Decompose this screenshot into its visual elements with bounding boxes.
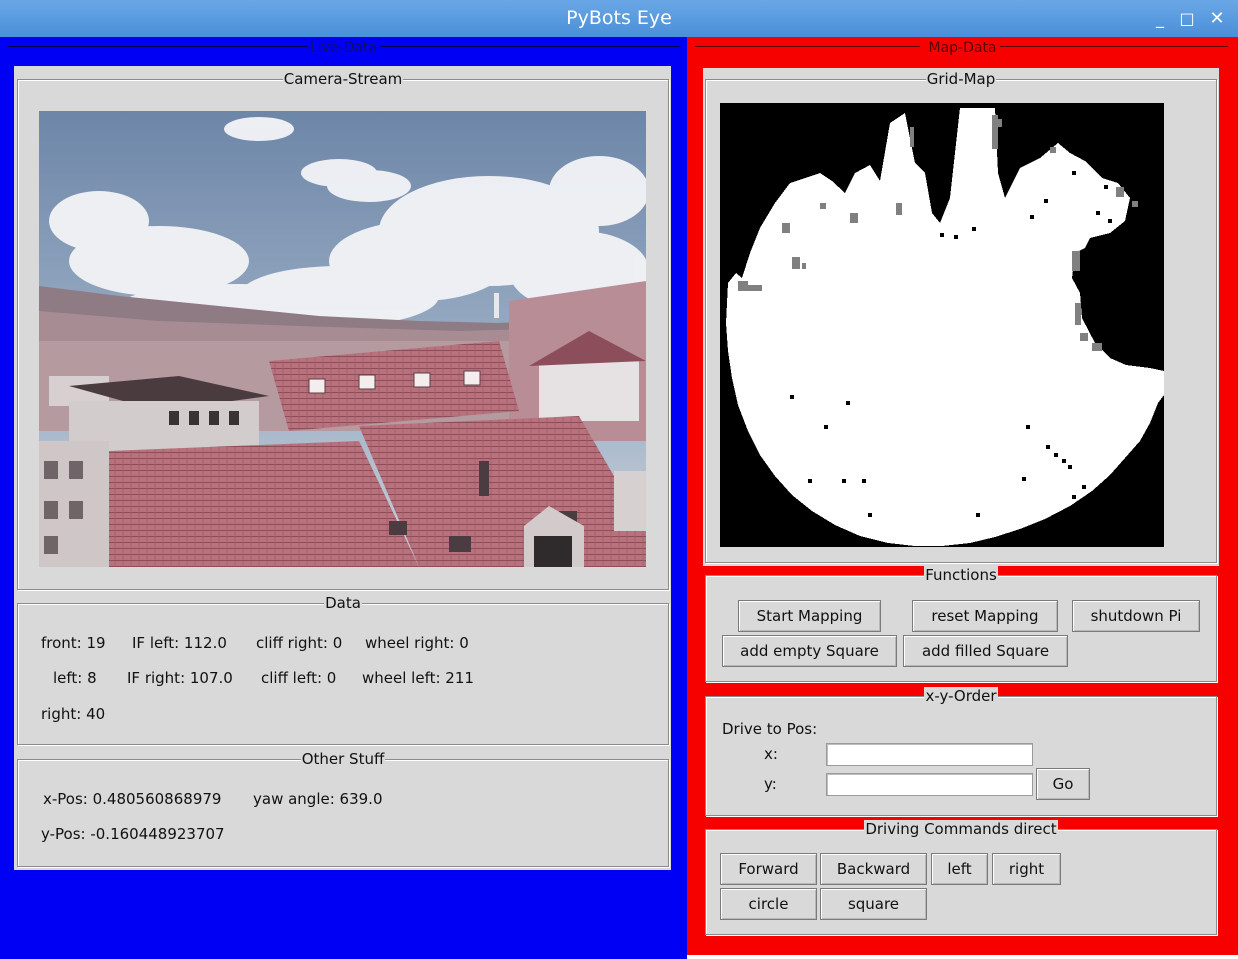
map-data-frame-line-right — [1000, 46, 1228, 47]
x-label: x: — [764, 745, 778, 763]
square-button[interactable]: square — [820, 888, 927, 920]
yaw-angle-value: yaw angle: 639.0 — [253, 790, 383, 808]
live-data-title-wrap: Live-Data — [0, 37, 687, 57]
right-reading: right: 40 — [41, 705, 106, 723]
reset-mapping-button[interactable]: reset Mapping — [912, 600, 1058, 632]
window-titlebar[interactable]: PyBots Eye _ □ ✕ — [0, 0, 1238, 37]
close-icon[interactable]: ✕ — [1204, 6, 1230, 32]
map-data-bottom-border — [687, 944, 1238, 955]
cliff-right-reading: cliff right: 0 — [256, 634, 343, 652]
y-pos-value: y-Pos: -0.160448923707 — [41, 825, 225, 843]
circle-button[interactable]: circle — [720, 888, 817, 920]
right-button[interactable]: right — [992, 853, 1061, 885]
grid-map-image — [720, 103, 1164, 547]
backward-button[interactable]: Backward — [820, 853, 927, 885]
shutdown-pi-button[interactable]: shutdown Pi — [1072, 600, 1200, 632]
add-empty-square-button[interactable]: add empty Square — [722, 635, 897, 667]
data-frame: Data — [17, 594, 669, 745]
add-filled-square-button[interactable]: add filled Square — [903, 635, 1068, 667]
camera-stream-image — [39, 111, 646, 567]
maximize-icon[interactable]: □ — [1174, 6, 1200, 32]
wheel-right-reading: wheel right: 0 — [365, 634, 469, 652]
go-button[interactable]: Go — [1036, 768, 1090, 800]
y-input[interactable] — [826, 773, 1033, 796]
live-data-frame-line-right — [380, 46, 680, 47]
left-button[interactable]: left — [931, 853, 988, 885]
x-input[interactable] — [826, 743, 1033, 766]
cliff-left-reading: cliff left: 0 — [261, 669, 337, 687]
map-data-title-wrap: Map-Data — [687, 37, 1238, 57]
ir-left-reading: IF left: 112.0 — [132, 634, 227, 652]
start-mapping-button[interactable]: Start Mapping — [738, 600, 881, 632]
x-pos-value: x-Pos: 0.480560868979 — [43, 790, 222, 808]
window-title: PyBots Eye — [566, 7, 672, 29]
live-data-title: Live-Data — [307, 40, 380, 56]
other-stuff-frame: Other Stuff — [17, 750, 669, 867]
ir-right-reading: IF right: 107.0 — [127, 669, 233, 687]
y-label: y: — [764, 775, 777, 793]
map-data-frame-line-left — [695, 46, 920, 47]
live-data-frame-line-left — [8, 46, 308, 47]
drive-to-pos-label: Drive to Pos: — [722, 720, 818, 738]
front-reading: front: 19 — [41, 634, 106, 652]
wheel-left-reading: wheel left: 211 — [362, 669, 474, 687]
forward-button[interactable]: Forward — [720, 853, 817, 885]
left-reading: left: 8 — [53, 669, 97, 687]
map-data-title: Map-Data — [926, 40, 999, 56]
minimize-icon[interactable]: _ — [1147, 6, 1173, 32]
